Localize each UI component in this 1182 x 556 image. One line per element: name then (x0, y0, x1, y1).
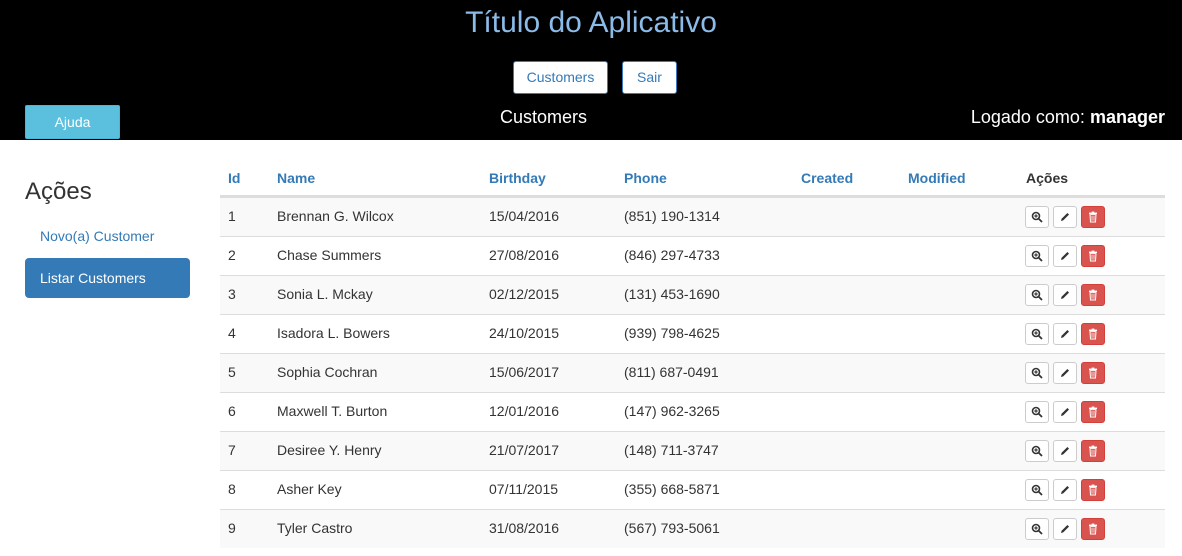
cell-id: 3 (228, 286, 236, 302)
cell-birthday: 27/08/2016 (489, 247, 560, 263)
cell-phone: (567) 793-5061 (624, 520, 720, 536)
cell-birthday: 12/01/2016 (489, 403, 560, 419)
view-button[interactable] (1025, 479, 1049, 501)
cell-phone: (147) 962-3265 (624, 403, 720, 419)
edit-button[interactable] (1053, 362, 1077, 384)
column-header-birthday[interactable]: Birthday (489, 170, 546, 186)
cell-name: Isadora L. Bowers (277, 325, 390, 341)
cell-phone: (939) 798-4625 (624, 325, 720, 341)
table-row: 7 Desiree Y. Henry 21/07/2017 (148) 711-374… (220, 431, 1165, 470)
delete-button[interactable] (1081, 362, 1105, 384)
cell-birthday: 31/08/2016 (489, 520, 560, 536)
table-row: 8 Asher Key 07/11/2015 (355) 668-5871 (220, 470, 1165, 509)
cell-name: Asher Key (277, 481, 342, 497)
cell-name: Sonia L. Mckay (277, 286, 373, 302)
edit-button[interactable] (1053, 284, 1077, 306)
delete-button[interactable] (1081, 401, 1105, 423)
column-header-modified[interactable]: Modified (908, 170, 966, 186)
view-button[interactable] (1025, 440, 1049, 462)
view-button[interactable] (1025, 323, 1049, 345)
column-header-phone[interactable]: Phone (624, 170, 667, 186)
cell-phone: (355) 668-5871 (624, 481, 720, 497)
page-subtitle: Customers (499, 107, 588, 127)
cell-id: 8 (228, 481, 236, 497)
cell-birthday: 24/10/2015 (489, 325, 560, 341)
nav-logout-button[interactable]: Sair (622, 61, 677, 94)
logged-prefix: Logado como: (970, 107, 1085, 127)
cell-name: Maxwell T. Burton (277, 403, 388, 419)
app-title: Título do Aplicativo (465, 6, 717, 39)
delete-button[interactable] (1081, 206, 1105, 228)
sidebar-item-list-customers[interactable]: Listar Customers (25, 258, 190, 298)
cell-name: Sophia Cochran (277, 364, 378, 380)
view-button[interactable] (1025, 362, 1049, 384)
column-header-actions: Ações (1026, 170, 1069, 186)
cell-id: 9 (228, 520, 236, 536)
logged-user-info: Logado como: manager (971, 107, 1165, 128)
sidebar-title: Ações (25, 178, 92, 205)
cell-id: 2 (228, 247, 236, 263)
column-header-name[interactable]: Name (277, 170, 315, 186)
cell-phone: (131) 453-1690 (624, 286, 720, 302)
view-button[interactable] (1025, 518, 1049, 540)
nav-customers-button[interactable]: Customers (513, 61, 608, 94)
edit-button[interactable] (1053, 245, 1077, 267)
cell-phone: (811) 687-0491 (624, 364, 719, 380)
cell-birthday: 07/11/2015 (489, 481, 559, 497)
delete-button[interactable] (1081, 284, 1105, 306)
cell-birthday: 15/06/2017 (489, 364, 560, 380)
view-button[interactable] (1025, 245, 1049, 267)
table-header: Id Name Birthday Phone Created Modified … (220, 158, 1165, 197)
top-header: Título do Aplicativo Customers Sair Ajud… (0, 0, 1182, 140)
delete-button[interactable] (1081, 479, 1105, 501)
table-row: 2 Chase Summers 27/08/2016 (846) 297-4733 (220, 236, 1165, 275)
cell-id: 1 (228, 208, 236, 224)
column-header-id[interactable]: Id (228, 170, 240, 186)
view-button[interactable] (1025, 284, 1049, 306)
cell-phone: (846) 297-4733 (624, 247, 720, 263)
edit-button[interactable] (1053, 479, 1077, 501)
sidebar-item-new-customer[interactable]: Novo(a) Customer (40, 228, 154, 244)
table-row: 9 Tyler Castro 31/08/2016 (567) 793-5061 (220, 509, 1165, 548)
cell-id: 6 (228, 403, 236, 419)
cell-id: 4 (228, 325, 236, 341)
edit-button[interactable] (1053, 518, 1077, 540)
cell-birthday: 15/04/2016 (489, 208, 560, 224)
table-row: 5 Sophia Cochran 15/06/2017 (811) 687-0491 (220, 353, 1165, 392)
cell-phone: (148) 711-3747 (624, 442, 719, 458)
table-row: 4 Isadora L. Bowers 24/10/2015 (939) 798-46… (220, 314, 1165, 353)
table-row: 6 Maxwell T. Burton 12/01/2016 (147) 962-32… (220, 392, 1165, 431)
cell-name: Tyler Castro (277, 520, 353, 536)
cell-birthday: 21/07/2017 (489, 442, 560, 458)
column-header-created[interactable]: Created (801, 170, 853, 186)
delete-button[interactable] (1081, 245, 1105, 267)
customers-table: Id Name Birthday Phone Created Modified … (220, 158, 1165, 548)
delete-button[interactable] (1081, 323, 1105, 345)
view-button[interactable] (1025, 401, 1049, 423)
cell-phone: (851) 190-1314 (624, 208, 720, 224)
view-button[interactable] (1025, 206, 1049, 228)
table-row: 1 Brennan G. Wilcox 15/04/2016 (851) 190-13… (220, 197, 1165, 236)
cell-birthday: 02/12/2015 (489, 286, 560, 302)
delete-button[interactable] (1081, 518, 1105, 540)
cell-name: Chase Summers (277, 247, 382, 263)
cell-name: Brennan G. Wilcox (277, 208, 394, 224)
edit-button[interactable] (1053, 323, 1077, 345)
cell-name: Desiree Y. Henry (277, 442, 382, 458)
edit-button[interactable] (1053, 440, 1077, 462)
edit-button[interactable] (1053, 401, 1077, 423)
logged-username: manager (1089, 107, 1165, 127)
table-body: 1 Brennan G. Wilcox 15/04/2016 (851) 190-13… (220, 197, 1165, 548)
cell-id: 5 (228, 364, 236, 380)
edit-button[interactable] (1053, 206, 1077, 228)
cell-id: 7 (228, 442, 236, 458)
table-row: 3 Sonia L. Mckay 02/12/2015 (131) 453-1690 (220, 275, 1165, 314)
delete-button[interactable] (1081, 440, 1105, 462)
